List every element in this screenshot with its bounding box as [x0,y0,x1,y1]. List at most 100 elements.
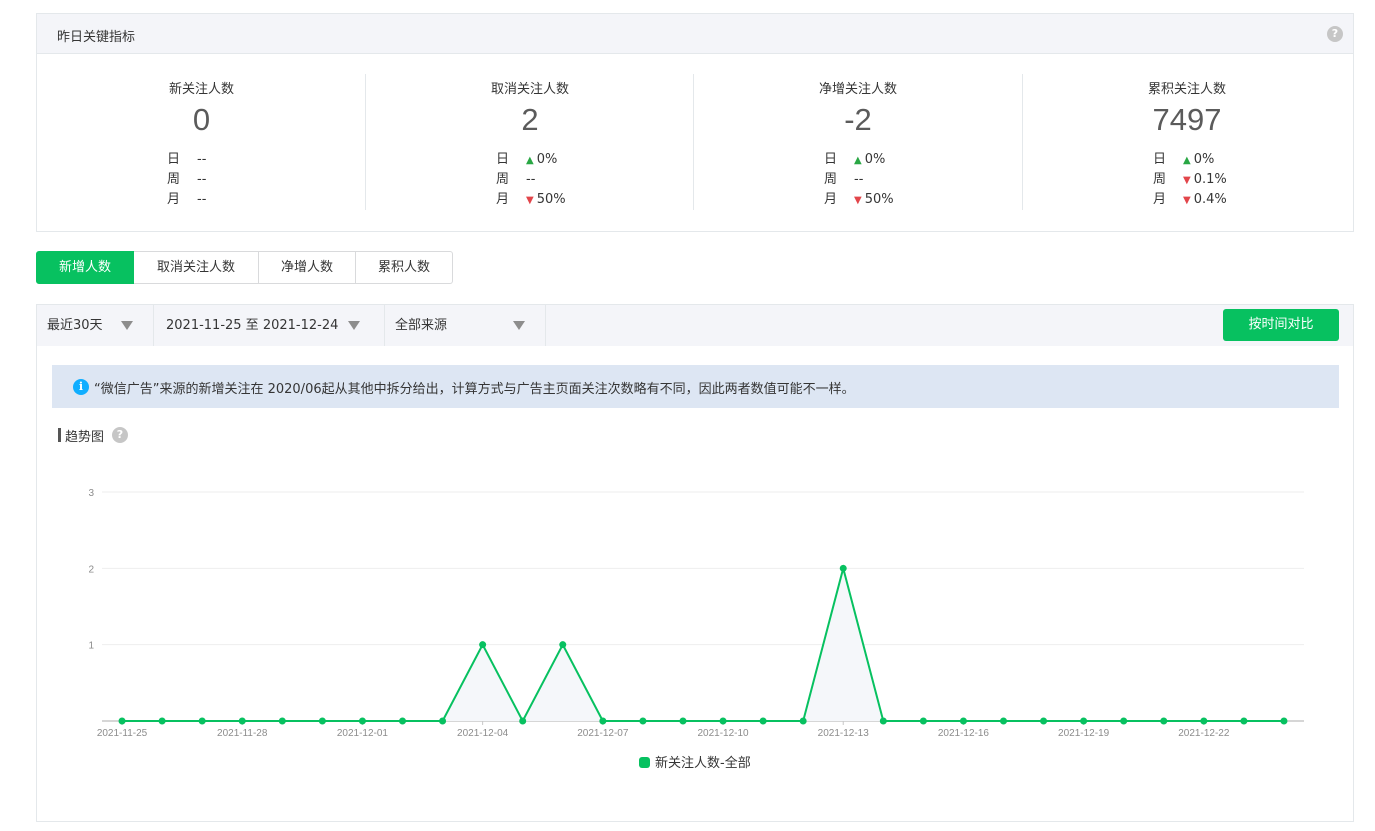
row-value: -- [854,172,864,187]
row-label: 周 [824,172,838,187]
metric-row-month: 月 -- [167,190,206,210]
metric-value: 0 [192,102,211,137]
data-point [959,717,967,725]
data-point [1240,717,1248,725]
y-tick-label: 1 [88,641,94,652]
tab-unfollowers[interactable]: 取消关注人数 [134,251,259,284]
row-label: 日 [167,152,181,167]
metric-value: -2 [844,102,872,137]
row-value: -- [197,152,207,167]
key-metrics-panel: 昨日关键指标 ? 新关注人数 0 日 -- 周 -- 月 -- 取消关注人数 2 日 ▲… [36,13,1354,232]
x-tick-label: 2021-12-13 [818,728,870,739]
arrow-up-icon: ▲ [526,155,534,166]
arrow-down-icon: ▼ [854,195,862,206]
metric-row-day: 日 ▲ 0% [824,150,894,170]
data-point [559,641,567,649]
data-point [198,717,206,725]
metric-tabs: 新增人数 取消关注人数 净增人数 累积人数 [36,251,453,284]
row-value: 50% [864,192,894,207]
key-metrics-body: 新关注人数 0 日 -- 周 -- 月 -- 取消关注人数 2 日 ▲ 0% 周 -- 月 ▼… [37,54,1353,232]
metric-label: 累积关注人数 [1147,82,1226,97]
row-label: 月 [167,192,181,207]
data-point [839,564,847,572]
data-point [759,717,767,725]
legend-swatch [639,757,650,768]
x-tick-label: 2021-12-16 [938,728,990,739]
row-value: 0% [1193,152,1215,167]
data-point [639,717,647,725]
x-tick-label: 2021-12-07 [577,728,629,739]
arrow-down-icon: ▼ [526,195,534,206]
data-point [799,717,807,725]
metric-row-week: 周 -- [824,170,894,190]
legend-label: 新关注人数-全部 [655,756,751,771]
metric-total-followers: 累积关注人数 7497 日 ▲ 0% 周 ▼ 0.1% 月 ▼ 0.4% [1022,74,1351,210]
metric-row-day: 日 ▲ 0% [496,150,566,170]
row-value: 50% [536,192,566,207]
trend-panel: 最近30天 2021-11-25 至 2021-12-24 全部来源 按时间对比… [36,304,1354,822]
row-label: 周 [167,172,181,187]
data-point [879,717,887,725]
metric-label: 净增关注人数 [818,82,897,97]
metric-new-followers: 新关注人数 0 日 -- 周 -- 月 -- [37,74,366,210]
metric-row-week: 周 -- [496,170,566,190]
row-value: 0.4% [1193,192,1227,207]
metric-comparison-rows: 日 -- 周 -- 月 -- [167,150,206,210]
data-point [1200,717,1208,725]
metric-value: 2 [521,102,539,137]
data-point [1040,717,1048,725]
arrow-down-icon: ▼ [1183,195,1191,206]
row-value: 0.1% [1193,172,1227,187]
chart-legend[interactable]: 新关注人数-全部 [639,752,751,771]
metric-row-month: 月 ▼ 50% [496,190,566,210]
x-tick-label: 2021-12-01 [337,728,389,739]
data-point [1160,717,1168,725]
data-point [118,717,126,725]
arrow-down-icon: ▼ [1183,175,1191,186]
row-value: -- [197,172,207,187]
metric-label: 取消关注人数 [490,82,569,97]
data-point [1120,717,1128,725]
row-label: 月 [496,192,510,207]
row-label: 周 [496,172,510,187]
row-label: 日 [824,152,838,167]
row-value: -- [526,172,536,187]
x-tick-label: 2021-12-22 [1178,728,1230,739]
data-point [679,717,687,725]
metric-row-month: 月 ▼ 50% [824,190,894,210]
data-point [439,717,447,725]
x-tick-label: 2021-11-28 [217,728,268,739]
x-tick-label: 2021-12-04 [457,728,509,739]
data-point [919,717,927,725]
metric-row-week: 周 ▼ 0.1% [1153,170,1227,190]
data-point [399,717,406,725]
data-point [158,717,166,725]
data-point [1280,717,1288,725]
metric-label: 新关注人数 [168,82,234,97]
data-point [238,717,246,725]
metric-value: 7497 [1152,102,1222,137]
tab-total-followers[interactable]: 累积人数 [356,251,453,284]
arrow-up-icon: ▲ [854,155,862,166]
row-label: 月 [824,192,838,207]
metric-net-followers: 净增关注人数 -2 日 ▲ 0% 周 -- 月 ▼ 50% [693,74,1022,210]
data-point [358,717,366,725]
x-tick-label: 2021-11-25 [97,728,148,739]
data-point [318,717,326,725]
key-metrics-title: 昨日关键指标 [57,30,136,45]
metric-comparison-rows: 日 ▲ 0% 周 -- 月 ▼ 50% [496,150,566,210]
x-tick-label: 2021-12-19 [1058,728,1110,739]
data-point [1000,717,1007,725]
arrow-up-icon: ▲ [1183,155,1191,166]
data-point [719,717,727,725]
data-point [599,717,607,725]
tab-net-followers[interactable]: 净增人数 [259,251,356,284]
metric-row-month: 月 ▼ 0.4% [1153,190,1227,210]
metric-row-day: 日 -- [167,150,206,170]
row-value: 0% [864,152,886,167]
help-icon[interactable]: ? [1327,26,1343,42]
y-tick-label: 3 [88,488,94,499]
metric-comparison-rows: 日 ▲ 0% 周 -- 月 ▼ 50% [824,150,894,210]
tab-new-followers[interactable]: 新增人数 [36,251,134,284]
metric-comparison-rows: 日 ▲ 0% 周 ▼ 0.1% 月 ▼ 0.4% [1153,150,1227,210]
